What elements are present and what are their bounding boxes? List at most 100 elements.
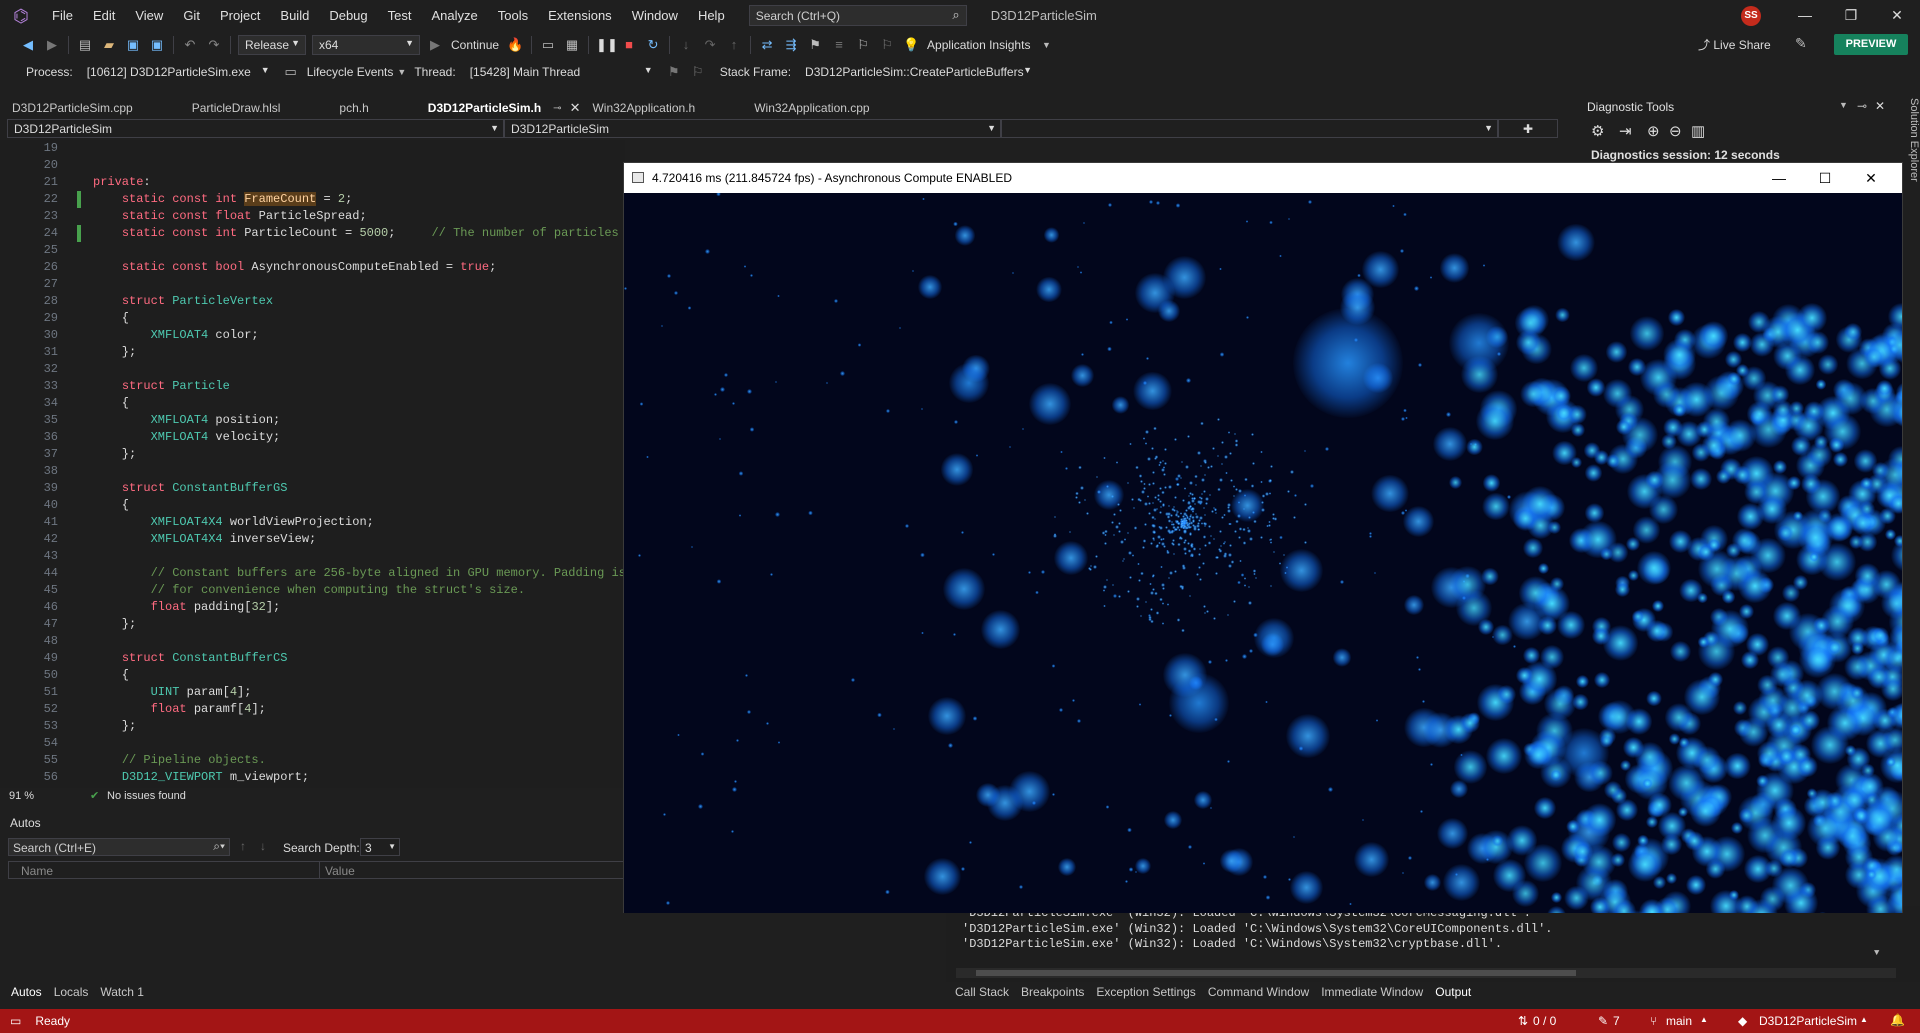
restart-icon[interactable]: ↻	[644, 36, 662, 54]
tab-win32application-h[interactable]: Win32Application.h	[580, 98, 707, 118]
save-all-icon[interactable]: ▣	[148, 36, 166, 54]
scroll-down-icon[interactable]: ▼	[1874, 948, 1888, 962]
tab-call-stack[interactable]: Call Stack	[949, 982, 1015, 1002]
member-dropdown[interactable]: ▼	[1001, 119, 1498, 138]
lifecycle-events-dropdown[interactable]: Lifecycle Events	[307, 65, 394, 79]
step-into-icon[interactable]: ↓	[677, 36, 695, 54]
hex-display-icon[interactable]: ⇄	[758, 36, 776, 54]
col-name[interactable]: Name	[21, 864, 53, 878]
new-project-icon[interactable]: ▤	[76, 36, 94, 54]
tab-immediate-window[interactable]: Immediate Window	[1315, 982, 1429, 1002]
bookmark-icon[interactable]: ⚑	[806, 36, 824, 54]
preview-button[interactable]: PREVIEW	[1834, 34, 1908, 55]
flag-thread-icon[interactable]: ⚑	[665, 63, 683, 81]
pause-icon[interactable]: ❚❚	[596, 36, 618, 54]
menu-build[interactable]: Build	[270, 0, 319, 31]
repo-name[interactable]: D3D12ParticleSim	[1759, 1014, 1857, 1028]
export-icon[interactable]: ⇥	[1619, 122, 1632, 140]
undo-icon[interactable]: ↶	[181, 36, 199, 54]
stack-frame-dropdown[interactable]: D3D12ParticleSim::CreateParticleBuffers ▼	[798, 62, 1039, 82]
application-insights-dropdown[interactable]: Application Insights	[927, 38, 1030, 52]
autos-search-input[interactable]: Search (Ctrl+E) ⌕▾	[8, 838, 230, 856]
show-threads-icon[interactable]: ⚐	[689, 63, 707, 81]
restore-icon[interactable]: ❐	[1828, 0, 1874, 31]
open-folder-icon[interactable]: ▰	[100, 36, 118, 54]
chevron-down-icon[interactable]: ▼	[1839, 100, 1848, 110]
platform-dropdown[interactable]: x64 ▼	[312, 35, 420, 55]
pin-icon[interactable]: ⊸	[553, 103, 561, 114]
visual-studio-logo-icon[interactable]: ⌬	[10, 5, 32, 27]
search-up-icon[interactable]: ↑	[240, 839, 246, 853]
menu-extensions[interactable]: Extensions	[538, 0, 622, 31]
split-editor-icon[interactable]: ✚	[1498, 119, 1558, 138]
process-dropdown[interactable]: [10612] D3D12ParticleSim.exe ▼	[79, 62, 276, 82]
menu-tools[interactable]: Tools	[488, 0, 538, 31]
save-icon[interactable]: ▣	[124, 36, 142, 54]
edits-count[interactable]: 7	[1613, 1014, 1620, 1028]
continue-button[interactable]: Continue	[451, 38, 499, 52]
lightbulb-icon[interactable]: 💡	[902, 36, 920, 54]
menu-analyze[interactable]: Analyze	[421, 0, 487, 31]
chevron-down-icon[interactable]: ▼	[1037, 36, 1055, 54]
code-editor[interactable]: 19 20 21 private: 22 static const int Fra…	[0, 140, 625, 788]
bookmark-prev-icon[interactable]: ⚐	[878, 36, 896, 54]
tab-output[interactable]: Output	[1429, 982, 1477, 1002]
zoom-in-icon[interactable]: ⊕	[1647, 122, 1660, 140]
live-share-button[interactable]: ⤴ Live Share	[1698, 36, 1771, 53]
tab-watch-1[interactable]: Watch 1	[94, 982, 150, 1002]
thread-dropdown[interactable]: [15428] Main Thread ▼	[462, 62, 659, 82]
step-out-icon[interactable]: ↑	[725, 36, 743, 54]
menu-project[interactable]: Project	[210, 0, 270, 31]
issues-status[interactable]: No issues found	[107, 790, 186, 802]
close-icon[interactable]: ✕	[1848, 163, 1894, 193]
search-down-icon[interactable]: ↓	[260, 839, 266, 853]
minimize-icon[interactable]: —	[1782, 0, 1828, 31]
tab-command-window[interactable]: Command Window	[1202, 982, 1315, 1002]
configuration-dropdown[interactable]: Release ▼	[238, 35, 306, 55]
notifications-icon[interactable]: 🔔	[1890, 1013, 1905, 1027]
menu-help[interactable]: Help	[688, 0, 735, 31]
tab-win32application-cpp[interactable]: Win32Application.cpp	[742, 98, 881, 118]
project-dropdown[interactable]: D3D12ParticleSim ▼	[7, 119, 504, 138]
col-value[interactable]: Value	[325, 864, 355, 878]
scrollbar-thumb[interactable]	[976, 970, 1576, 976]
close-icon[interactable]: ✕	[1874, 0, 1920, 31]
stop-icon[interactable]: ■	[620, 36, 638, 54]
menu-test[interactable]: Test	[378, 0, 422, 31]
search-input[interactable]: Search (Ctrl+Q) ⌕	[748, 5, 967, 26]
close-panel-icon[interactable]: ✕	[1875, 99, 1885, 113]
step-over-icon[interactable]: ↷	[701, 36, 719, 54]
minimize-icon[interactable]: —	[1756, 163, 1802, 193]
search-depth-dropdown[interactable]: 3 ▼	[360, 838, 400, 856]
tab-locals[interactable]: Locals	[48, 982, 95, 1002]
tab-particledraw-hlsl[interactable]: ParticleDraw.hlsl	[180, 98, 293, 118]
tab-d3d12particlesim-cpp[interactable]: D3D12ParticleSim.cpp	[0, 98, 145, 118]
app-window-title-bar[interactable]: 4.720416 ms (211.845724 fps) - Asynchron…	[624, 163, 1902, 193]
particle-render-canvas[interactable]	[624, 193, 1902, 913]
avatar[interactable]: SS	[1741, 6, 1761, 26]
threads-icon[interactable]: ⇶	[782, 36, 800, 54]
maximize-icon[interactable]: ☐	[1802, 163, 1848, 193]
tab-exception-settings[interactable]: Exception Settings	[1090, 982, 1201, 1002]
tab-d3d12particlesim-h[interactable]: D3D12ParticleSim.h	[416, 98, 553, 118]
reset-zoom-icon[interactable]: ▥	[1691, 122, 1705, 140]
menu-file[interactable]: File	[42, 0, 83, 31]
back-icon[interactable]: ◀	[19, 36, 37, 54]
bookmark-next-icon[interactable]: ⚐	[854, 36, 872, 54]
settings-icon[interactable]: ⚙	[1591, 122, 1604, 140]
tab-pch-h[interactable]: pch.h	[327, 98, 380, 118]
zoom-level[interactable]: 91 %	[9, 790, 34, 802]
branch-name[interactable]: main	[1666, 1014, 1692, 1028]
browse-icon[interactable]: ▭	[539, 36, 557, 54]
menu-view[interactable]: View	[125, 0, 173, 31]
changes-count[interactable]: 0 / 0	[1533, 1014, 1556, 1028]
tab-autos[interactable]: Autos	[5, 982, 48, 1002]
redo-icon[interactable]: ↷	[205, 36, 223, 54]
window-layout-icon[interactable]: ▦	[563, 36, 581, 54]
close-tab-icon[interactable]: ✕	[570, 100, 581, 116]
particle-sim-window[interactable]: 4.720416 ms (211.845724 fps) - Asynchron…	[623, 162, 1903, 913]
continue-icon[interactable]: ▶	[426, 36, 444, 54]
scope-dropdown[interactable]: D3D12ParticleSim ▼	[504, 119, 1001, 138]
tab-breakpoints[interactable]: Breakpoints	[1015, 982, 1090, 1002]
comment-icon[interactable]: ≡	[830, 36, 848, 54]
